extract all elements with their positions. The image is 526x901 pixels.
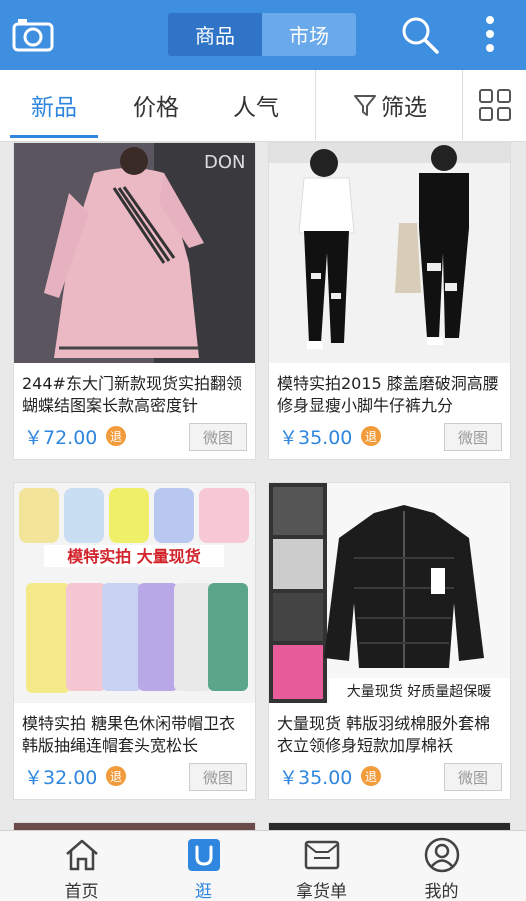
product-image[interactable]: 模特实拍 大量现货 — [14, 483, 255, 703]
top-bar: 商品 市场 — [0, 0, 526, 70]
product-footer: ￥35.00 退 微图 — [269, 419, 510, 459]
product-grid: DON 244#东大门新款现货实拍翻领蝴蝶结图案长款高密度针 ￥72.00 退 … — [0, 142, 526, 830]
product-title: 模特实拍2015 膝盖磨破洞高腰修身显瘦小脚牛仔裤九分 — [277, 374, 499, 415]
tab-divider — [315, 70, 316, 140]
product-image[interactable]: DON — [14, 143, 255, 363]
product-title: 244#东大门新款现货实拍翻领蝴蝶结图案长款高密度针 — [22, 374, 242, 415]
product-title: 模特实拍 糖果色休闲带帽卫衣韩版抽绳连帽套头宽松长 — [22, 714, 236, 755]
micro-image-button[interactable]: 微图 — [189, 763, 247, 791]
product-image[interactable]: 大量现货 好质量超保暖 — [269, 483, 510, 703]
grid-view-toggle[interactable] — [463, 70, 526, 140]
product-card[interactable] — [13, 822, 256, 830]
micro-image-button[interactable]: 微图 — [444, 423, 502, 451]
nav-profile-label: 我的 — [424, 882, 459, 901]
product-card[interactable] — [268, 822, 511, 830]
nav-browse[interactable]: 逛 — [138, 831, 269, 901]
segment-market[interactable]: 市场 — [262, 13, 356, 56]
return-badge: 退 — [361, 766, 381, 786]
tab-price[interactable]: 价格 — [112, 70, 200, 140]
nav-profile[interactable]: 我的 — [376, 831, 507, 901]
search-icon[interactable] — [400, 16, 440, 54]
camera-icon[interactable] — [12, 16, 54, 52]
product-card[interactable]: 大量现货 好质量超保暖 大量现货 韩版羽绒棉服外套棉衣立领修身短款加厚棉袄 ￥3… — [268, 482, 511, 800]
product-title: 大量现货 韩版羽绒棉服外套棉衣立领修身短款加厚棉袄 — [277, 714, 491, 755]
product-footer: ￥72.00 退 微图 — [14, 419, 255, 459]
micro-image-button[interactable]: 微图 — [444, 763, 502, 791]
product-footer: ￥32.00 退 微图 — [14, 759, 255, 799]
product-footer: ￥35.00 退 微图 — [269, 759, 510, 799]
tab-new[interactable]: 新品 — [10, 70, 98, 140]
product-price: ￥35.00 — [279, 767, 353, 789]
product-image[interactable] — [269, 143, 510, 363]
nav-order-list-label: 拿货单 — [296, 882, 347, 901]
product-price: ￥32.00 — [24, 767, 98, 789]
filter-icon — [354, 95, 376, 116]
nav-home-label: 首页 — [64, 882, 99, 901]
image-overlay-text: 大量现货 好质量超保暖 — [347, 683, 491, 700]
tab-filter-label: 筛选 — [381, 95, 427, 121]
product-card[interactable]: DON 244#东大门新款现货实拍翻领蝴蝶结图案长款高密度针 ￥72.00 退 … — [13, 142, 256, 460]
image-overlay-text: 模特实拍 大量现货 — [67, 547, 201, 566]
bottom-navigation: 首页 逛 拿货单 我的 — [0, 830, 526, 901]
return-badge: 退 — [106, 766, 126, 786]
more-icon[interactable] — [480, 14, 500, 54]
return-badge: 退 — [361, 426, 381, 446]
product-card[interactable]: 模特实拍 大量现货 模特实拍 糖果色休闲带帽卫衣韩版抽绳连帽套头宽松长 ￥32.… — [13, 482, 256, 800]
product-card[interactable]: 模特实拍2015 膝盖磨破洞高腰修身显瘦小脚牛仔裤九分 ￥35.00 退 微图 — [268, 142, 511, 460]
home-icon — [65, 839, 98, 871]
product-price: ￥72.00 — [24, 427, 98, 449]
order-list-icon — [304, 840, 339, 870]
return-badge: 退 — [106, 426, 126, 446]
user-icon — [424, 837, 459, 873]
segment-control: 商品 市场 — [168, 13, 356, 56]
tab-popularity[interactable]: 人气 — [212, 70, 300, 140]
svg-text:DON: DON — [204, 152, 246, 173]
grid-view-icon — [478, 89, 511, 121]
bag-icon — [187, 839, 220, 871]
micro-image-button[interactable]: 微图 — [189, 423, 247, 451]
segment-products[interactable]: 商品 — [168, 13, 262, 56]
nav-home[interactable]: 首页 — [16, 831, 147, 901]
nav-order-list[interactable]: 拿货单 — [256, 831, 387, 901]
product-price: ￥35.00 — [279, 427, 353, 449]
nav-browse-label: 逛 — [195, 882, 212, 901]
tab-filter[interactable]: 筛选 — [330, 70, 450, 140]
sort-tab-bar: 新品 价格 人气 筛选 — [0, 70, 526, 142]
